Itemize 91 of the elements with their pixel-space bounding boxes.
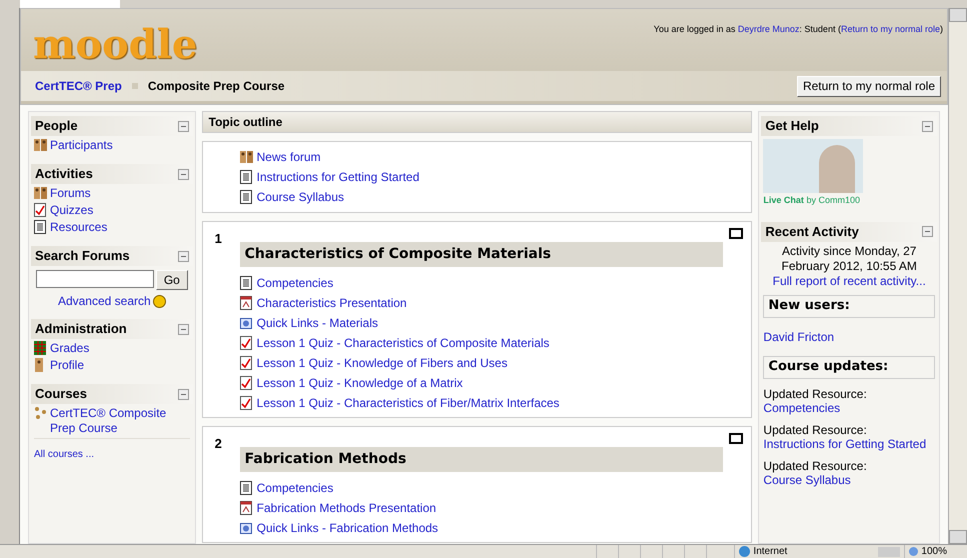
block-title: Administration [35,320,127,338]
collapse-icon[interactable] [178,250,189,262]
collapse-icon[interactable] [922,226,934,237]
user-link[interactable]: Deyrdre Munoz [738,24,800,34]
course-updates-title: Course updates: [768,358,888,376]
full-report-link[interactable]: Full report of recent activity... [761,274,938,288]
activity-link[interactable]: Fabrication Methods Presentation [256,499,436,517]
block-title: Get Help [765,117,819,136]
section-title: Fabrication Methods [244,450,406,469]
people-icon [240,150,253,164]
quiz-checkmark-icon [34,203,47,217]
update-link[interactable]: Instructions for Getting Started [763,436,936,450]
block-link[interactable]: Grades [50,341,90,356]
breadcrumb-current: Composite Prep Course [148,78,285,95]
activity-link[interactable]: Course Syllabus [256,188,344,206]
quiz-checkmark-icon [240,376,253,390]
return-role-button[interactable]: Return to my normal role [796,76,941,96]
address-field[interactable] [20,0,120,8]
update-link[interactable]: Course Syllabus [763,472,936,486]
block-title: People [35,117,78,136]
collapse-icon[interactable] [178,168,189,180]
block-title: Recent Activity [765,222,859,241]
activity-link[interactable]: Quick Links - Materials [256,314,378,332]
globe-icon [739,546,750,557]
activity-link[interactable]: Quick Links - Fabrication Methods [256,519,438,537]
activity-link[interactable]: Lesson 1 Quiz - Knowledge of Fibers and Uses [256,354,508,372]
person-silhouette-icon [819,145,856,193]
people-icon [34,186,47,200]
activity-link[interactable]: News forum [256,148,321,166]
update-label: Updated Resource: [763,422,868,436]
section-number: 1 [214,230,223,248]
document-icon [240,190,253,204]
login-info: You are logged in as Deyrdre Munoz: Student (Return to my normal role) [654,23,943,36]
block-title: Courses [35,385,88,404]
block-link[interactable]: CertTEC® Composite Prep Course [50,406,190,436]
web-page-icon [240,521,253,535]
help-icon[interactable] [152,294,166,308]
zoom-level[interactable]: 100% [921,544,947,558]
activity-link[interactable]: Lesson 1 Quiz - Characteristics of Fiber/Matrix Interfaces [256,394,560,412]
breadcrumb-link[interactable]: CertTEC® Prep [35,77,122,95]
pdf-document-icon [240,501,253,515]
activity-link[interactable]: Lesson 1 Quiz - Characteristics of Composite Materials [256,334,550,352]
block-title: Activities [35,165,93,184]
nodes-icon [34,406,47,420]
document-icon [34,220,47,234]
go-button[interactable]: Go [156,270,188,290]
collapse-icon[interactable] [178,120,189,132]
activity-link[interactable]: Lesson 1 Quiz - Knowledge of a Matrix [256,374,463,392]
user-link[interactable]: David Fricton [763,328,936,346]
new-users-title: New users: [768,297,850,316]
activity-link[interactable]: Instructions for Getting Started [256,168,420,186]
document-icon [240,276,253,290]
activity-link[interactable]: Characteristics Presentation [256,294,407,312]
quiz-checkmark-icon [240,336,253,350]
topic-outline-title: Topic outline [208,114,282,131]
pdf-document-icon [240,296,253,310]
moodle-logo: moodle [33,25,198,70]
breadcrumb-separator-icon [132,83,138,89]
block-link[interactable]: Participants [50,138,113,153]
all-courses-link[interactable]: All courses ... [34,449,94,460]
update-label: Updated Resource: [763,386,868,400]
activity-since: Activity since Monday, 27 February 2012, 10:55 AM [780,244,918,274]
block-link[interactable]: Quizzes [50,203,94,218]
collapse-icon[interactable] [178,388,189,400]
web-page-icon [240,316,253,330]
quiz-checkmark-icon [240,396,253,410]
block-link[interactable]: Profile [50,358,84,373]
update-label: Updated Resource: [763,458,868,472]
zone-label: Internet [753,545,788,558]
block-title: Search Forums [35,247,130,266]
highlight-toggle-icon[interactable] [729,433,744,444]
document-icon [240,481,253,495]
grid-icon [34,341,47,355]
activity-link[interactable]: Competencies [256,274,334,292]
collapse-icon[interactable] [178,324,189,334]
section-number: 2 [214,435,223,453]
update-link[interactable]: Competencies [763,400,936,414]
document-icon [240,170,253,184]
quiz-checkmark-icon [240,356,253,370]
by-label: by [806,195,816,205]
advanced-search-link[interactable]: Advanced search [58,292,151,310]
collapse-icon[interactable] [922,120,934,132]
section-title: Characteristics of Composite Materials [244,245,551,264]
return-role-link[interactable]: Return to my normal role [840,24,940,34]
highlight-toggle-icon[interactable] [729,228,744,239]
search-field[interactable] [36,270,154,288]
activity-link[interactable]: Competencies [256,479,334,497]
block-link[interactable]: Forums [50,186,91,201]
block-link[interactable]: Resources [50,220,108,235]
people-icon [34,138,47,152]
zoom-icon [909,547,918,556]
